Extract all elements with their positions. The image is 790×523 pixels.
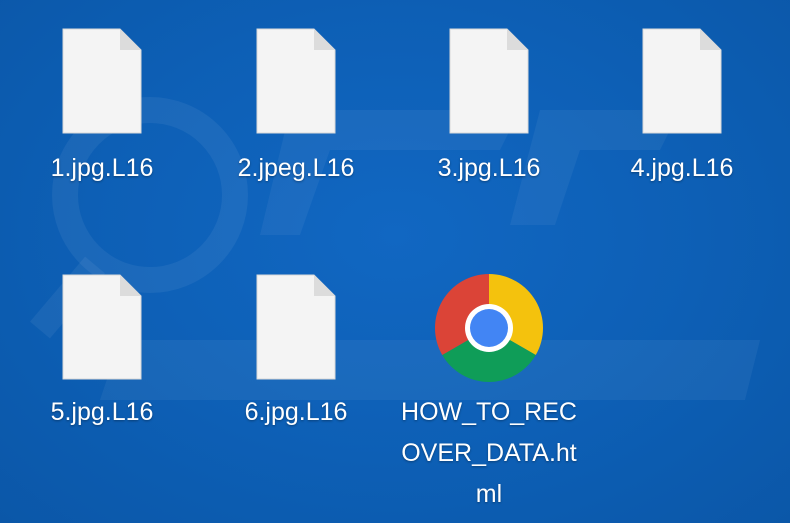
file-icon[interactable]: 2.jpeg.L16 <box>206 28 386 188</box>
desktop-background: 1.jpg.L16 2.jpeg.L16 3.jpg.L16 4.jpg.L16… <box>0 0 790 523</box>
blank-document-icon <box>256 28 336 134</box>
file-name-label: 2.jpeg.L16 <box>237 154 355 182</box>
file-icon[interactable]: 5.jpg.L16 <box>12 274 192 434</box>
file-icon[interactable]: HOW_TO_REC OVER_DATA.ht ml <box>399 272 579 517</box>
file-icon[interactable]: 4.jpg.L16 <box>592 28 772 188</box>
file-icon[interactable]: 6.jpg.L16 <box>206 274 386 434</box>
file-name-label: 6.jpg.L16 <box>244 398 348 426</box>
file-icon[interactable]: 3.jpg.L16 <box>399 28 579 188</box>
file-name-label: 5.jpg.L16 <box>50 398 154 426</box>
blank-document-icon <box>62 274 142 380</box>
blank-document-icon <box>642 28 722 134</box>
file-name-label: 4.jpg.L16 <box>630 154 734 182</box>
blank-document-icon <box>62 28 142 134</box>
file-name-label: 3.jpg.L16 <box>437 154 541 182</box>
file-icon[interactable]: 1.jpg.L16 <box>12 28 192 188</box>
file-name-label: HOW_TO_REC OVER_DATA.ht ml <box>401 398 577 508</box>
blank-document-icon <box>449 28 529 134</box>
blank-document-icon <box>256 274 336 380</box>
chrome-icon <box>434 274 544 383</box>
file-name-label: 1.jpg.L16 <box>50 154 154 182</box>
